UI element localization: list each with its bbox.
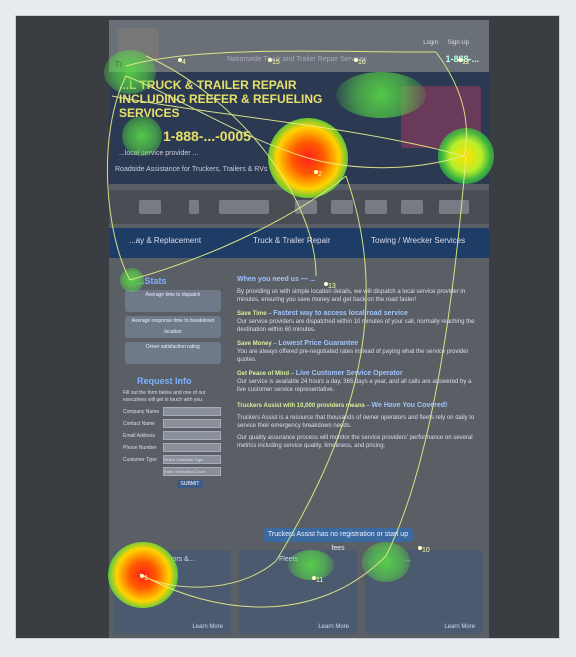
gaze-line xyxy=(307,155,465,169)
gaze-line xyxy=(125,75,309,159)
fixation-label: 1 xyxy=(144,575,148,582)
gaze-line xyxy=(275,175,367,562)
fixation-label: 15 xyxy=(272,59,280,66)
gaze-line xyxy=(139,560,277,588)
fixation-label: 12 xyxy=(462,59,470,66)
gaze-line xyxy=(385,155,467,557)
gaze-path: 4 15 16 12 13 2 1 11 10 xyxy=(106,50,470,608)
screenshot-frame: Tr Login Sign Up Nationwide Truck and Tr… xyxy=(16,16,559,638)
gaze-line xyxy=(106,75,131,281)
gaze-line xyxy=(125,50,437,67)
fixation-label: 4 xyxy=(182,59,186,66)
gaze-line xyxy=(111,95,465,157)
fixation-label: 16 xyxy=(358,59,366,66)
gaze-line xyxy=(139,555,387,608)
gaze-line xyxy=(435,51,468,157)
fixation-label: 2 xyxy=(318,171,322,178)
fixation-label: 13 xyxy=(328,283,336,290)
gaze-line xyxy=(129,175,347,281)
fixation-label: 10 xyxy=(422,547,430,554)
gaze-line xyxy=(145,55,317,277)
fixation-label: 11 xyxy=(316,577,323,584)
